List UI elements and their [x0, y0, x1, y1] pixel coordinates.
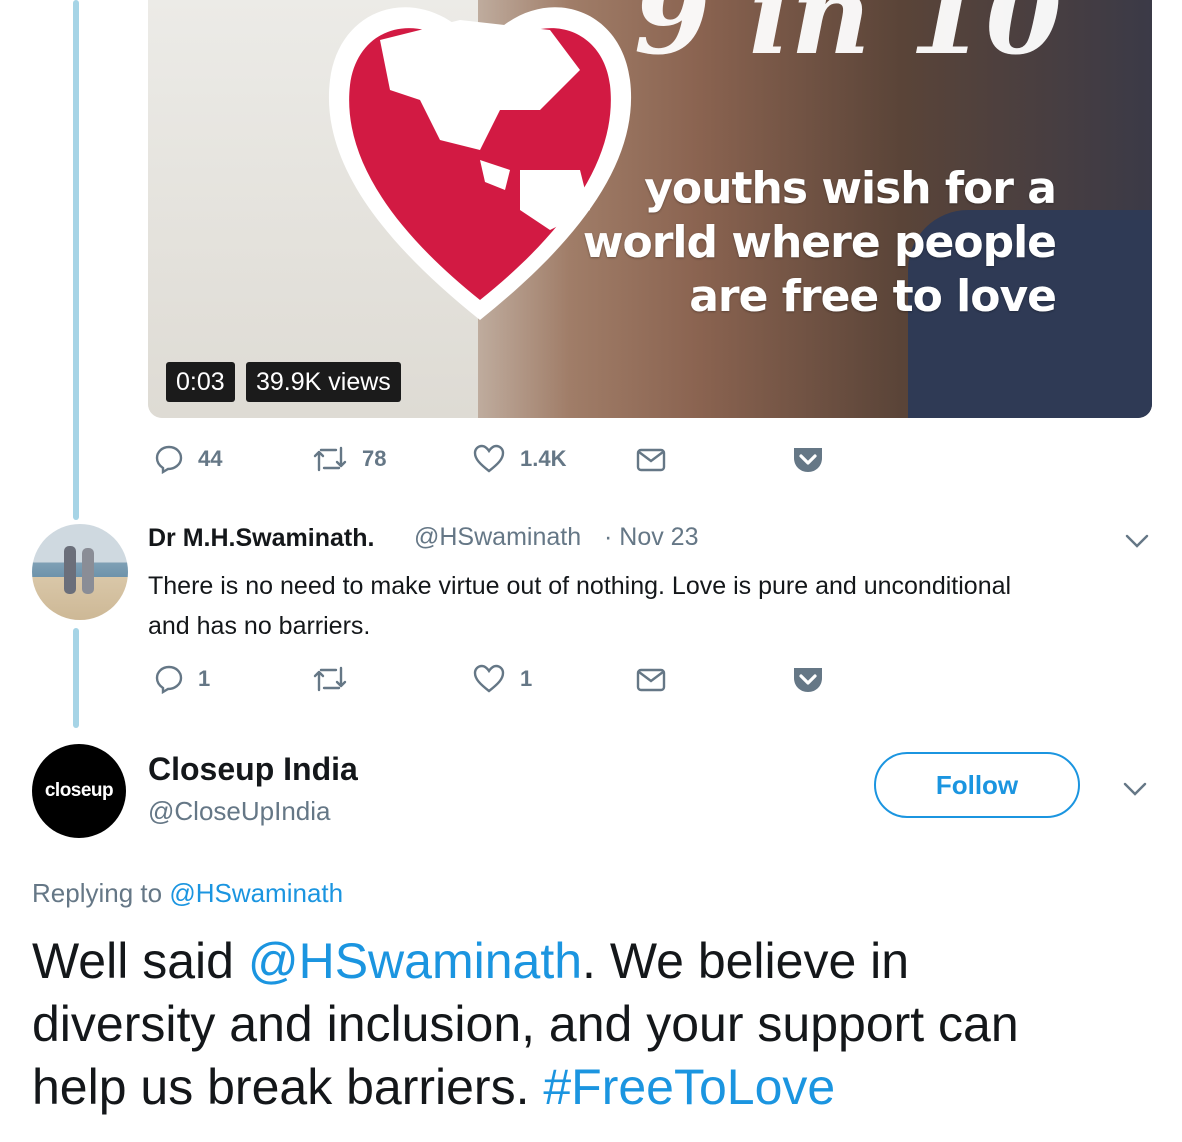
- reply-icon: [155, 665, 183, 694]
- main-author-handle[interactable]: @CloseUpIndia: [148, 796, 330, 827]
- reply-pocket-action[interactable]: [792, 664, 824, 694]
- heart-icon: [473, 444, 505, 473]
- reply-date[interactable]: · Nov 23: [604, 523, 698, 552]
- envelope-icon: [636, 668, 666, 692]
- follow-button[interactable]: Follow: [874, 752, 1080, 818]
- main-menu-chevron-icon[interactable]: [1122, 780, 1148, 798]
- pocket-icon: [794, 668, 822, 692]
- reply-text: There is no need to make virtue out of n…: [148, 566, 1011, 646]
- closeup-logo-text: closeup: [44, 780, 114, 801]
- overlay-line-3: are free to love: [689, 271, 1057, 322]
- avatar-person-2: [82, 548, 94, 594]
- video-big-text: 9 in 10: [634, 0, 1062, 79]
- reply-reply-action[interactable]: 1: [154, 664, 210, 694]
- main-tweet-text: Well said @HSwaminath. We believe in div…: [32, 930, 1162, 1119]
- envelope-icon: [636, 448, 666, 472]
- closeup-avatar[interactable]: closeup: [32, 744, 126, 838]
- retweet-count: 78: [362, 446, 387, 471]
- reply-avatar[interactable]: [32, 524, 128, 620]
- main-text-part-a: Well said: [32, 933, 248, 989]
- retweet-icon: [313, 446, 347, 472]
- reply-retweet-action[interactable]: [312, 664, 362, 694]
- video-overlay-text: youths wish for a world where people are…: [582, 162, 1057, 324]
- overlay-line-1: youths wish for a: [644, 163, 1057, 214]
- pocket-icon: [794, 448, 822, 472]
- video-player[interactable]: 9 in 10 youths wish for a world where pe…: [148, 0, 1152, 418]
- reply-actions: 1 1: [148, 664, 848, 704]
- hashtag-link[interactable]: #FreeToLove: [543, 1059, 835, 1115]
- reply-like-action[interactable]: 1: [472, 664, 532, 694]
- replying-to-prefix: Replying to: [32, 878, 163, 908]
- heart-icon: [473, 664, 505, 693]
- avatar-person-1: [64, 546, 76, 594]
- reply-author-name[interactable]: Dr M.H.Swaminath.: [148, 524, 374, 553]
- reply-text-line-1: There is no need to make virtue out of n…: [148, 572, 1012, 600]
- reply-count: 44: [198, 446, 223, 471]
- reply-like-count: 1: [520, 666, 533, 691]
- reply-text-line-2: and has no barriers.: [148, 612, 371, 640]
- message-action[interactable]: [636, 444, 666, 474]
- replying-to: Replying to @HSwaminath: [32, 878, 343, 909]
- video-time-badge: 0:03: [166, 362, 235, 402]
- pocket-action[interactable]: [792, 444, 824, 474]
- thread-line-bottom: [73, 628, 79, 728]
- like-action[interactable]: 1.4K: [472, 444, 566, 474]
- thread-line-top: [73, 0, 79, 520]
- main-text-line-2: diversity and inclusion, and your suppor…: [32, 996, 1019, 1052]
- reply-action[interactable]: 44: [154, 444, 222, 474]
- mention-link[interactable]: @HSwaminath: [248, 933, 582, 989]
- reply-message-action[interactable]: [636, 664, 666, 694]
- reply-author-handle[interactable]: @HSwaminath: [414, 523, 581, 552]
- reply-icon: [155, 445, 183, 474]
- main-text-line-3: help us break barriers. #FreeToLove: [32, 1056, 1162, 1119]
- retweet-action[interactable]: 78: [312, 444, 386, 474]
- overlay-line-2: world where people: [582, 217, 1057, 268]
- main-author-name[interactable]: Closeup India: [148, 751, 358, 788]
- reply-menu-chevron-icon[interactable]: [1124, 532, 1150, 550]
- main-text-part-b: . We believe in: [582, 933, 910, 989]
- tweet-actions: 44 78 1.4K: [148, 444, 848, 484]
- retweet-icon: [313, 666, 347, 692]
- like-count: 1.4K: [520, 446, 567, 471]
- main-text-line-1: Well said @HSwaminath. We believe in: [32, 930, 1162, 993]
- main-text-line3-a: help us break barriers.: [32, 1059, 544, 1115]
- replying-to-handle[interactable]: @HSwaminath: [169, 878, 343, 908]
- video-views-badge: 39.9K views: [246, 362, 401, 402]
- reply-reply-count: 1: [198, 666, 211, 691]
